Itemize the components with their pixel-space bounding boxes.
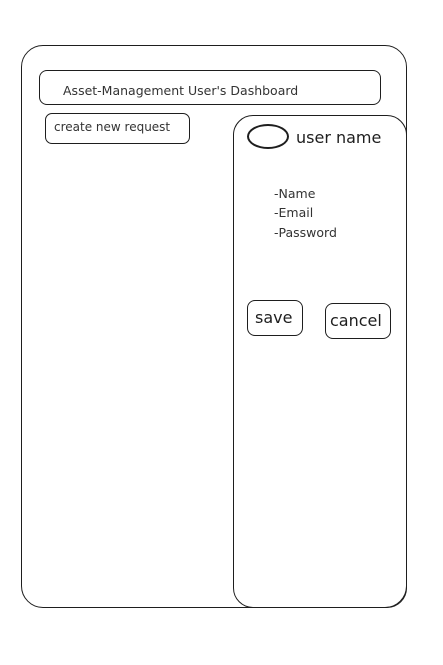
username: user name <box>296 128 382 147</box>
page-title: Asset-Management User's Dashboard <box>63 83 299 98</box>
save-button[interactable]: save <box>247 300 303 336</box>
profile-panel: user name -Name -Email -Password save ca… <box>233 115 407 608</box>
field-password: -Password <box>274 225 337 240</box>
avatar <box>247 124 289 149</box>
field-name: -Name <box>274 186 316 201</box>
cancel-button[interactable]: cancel <box>325 303 391 339</box>
field-email: -Email <box>274 205 314 220</box>
create-request-button[interactable]: create new request <box>45 113 190 144</box>
save-label: save <box>255 308 293 327</box>
cancel-label: cancel <box>330 311 382 330</box>
header-bar: Asset-Management User's Dashboard <box>39 70 381 105</box>
create-request-label: create new request <box>54 120 171 134</box>
